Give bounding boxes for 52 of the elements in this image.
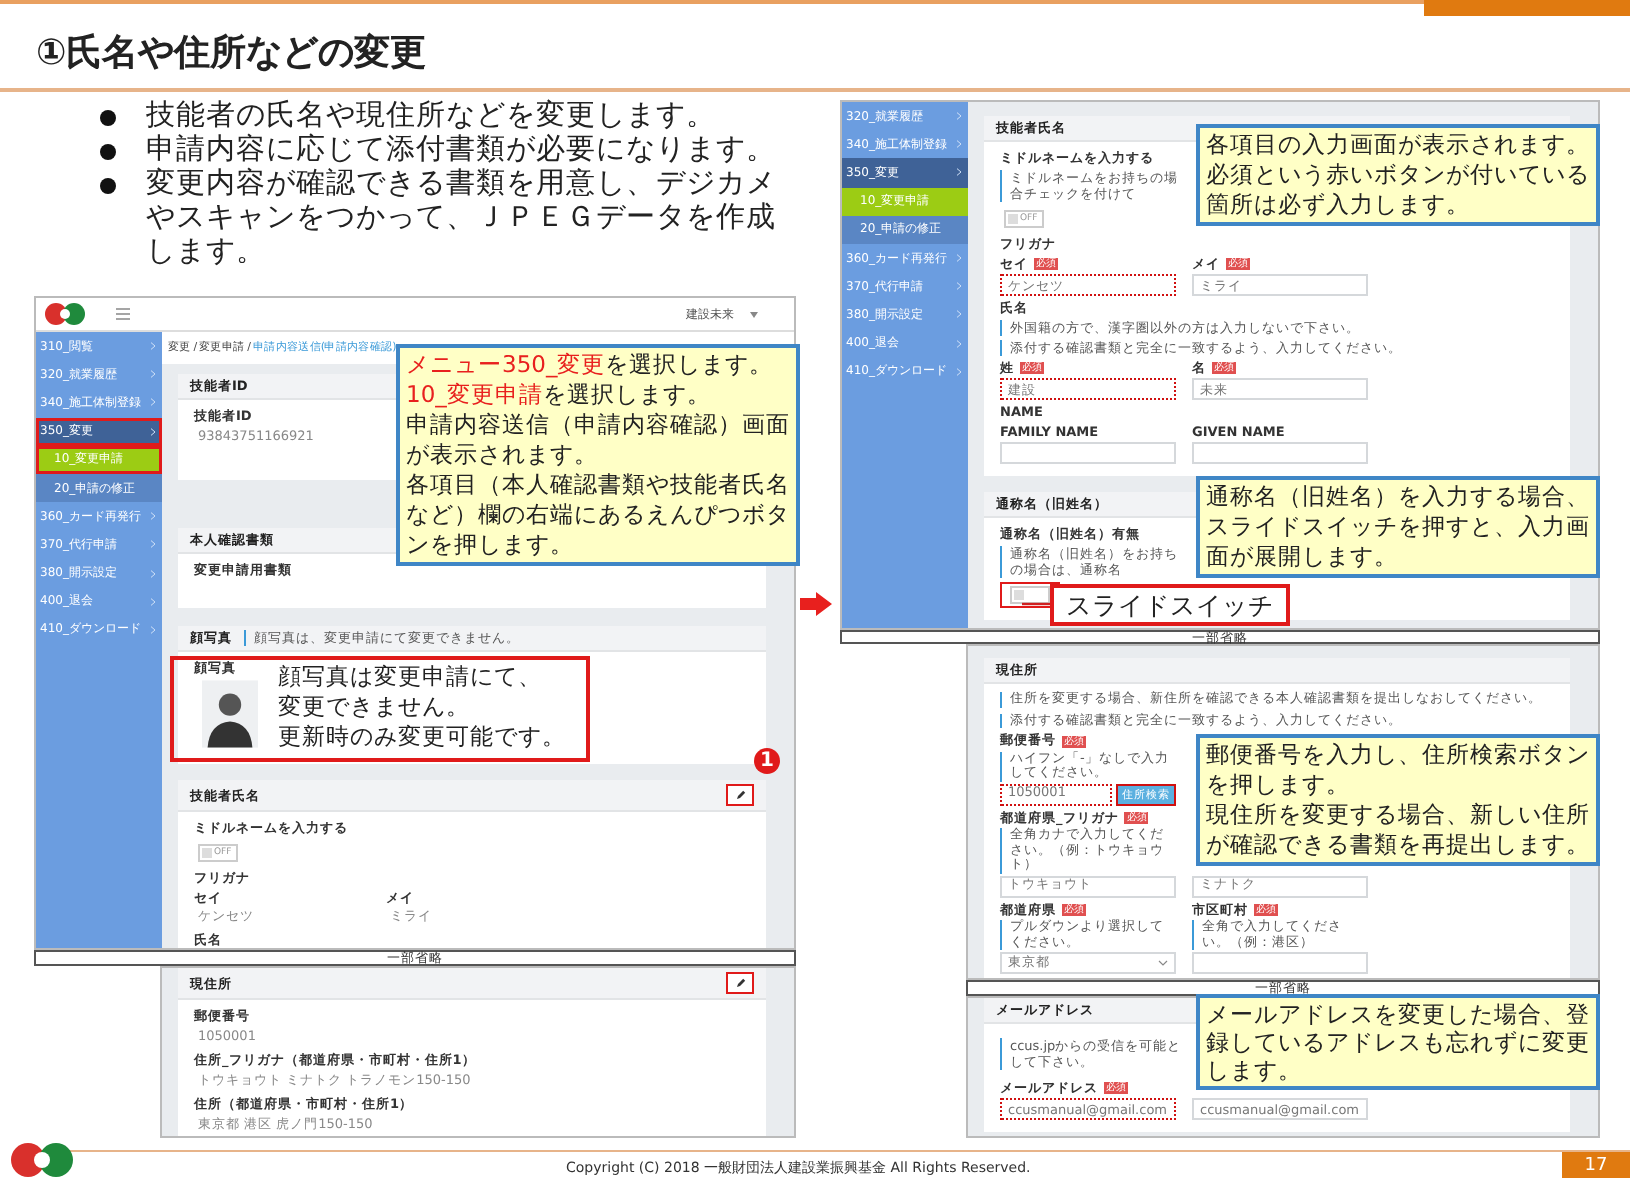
edit-button[interactable]	[726, 784, 754, 806]
slide-title: ①氏名や住所などの変更	[36, 30, 427, 76]
chevron-right-icon	[956, 310, 962, 319]
callout-text: メニュー350_変更を選択します。	[406, 350, 776, 380]
callout-text: 変更できません。	[278, 692, 472, 722]
pencil-icon	[735, 978, 745, 988]
bullet-icon	[100, 178, 116, 194]
bullet-text: 技能者の氏名や現住所などを変更します。	[146, 100, 718, 133]
edit-button[interactable]	[726, 972, 754, 994]
chevron-right-icon	[956, 254, 962, 263]
menu-icon[interactable]	[116, 308, 130, 320]
chevron-right-icon	[150, 597, 156, 606]
callout-text: 各項目（本人確認書類や技能者氏名など）欄の右端にあるえんぴつボタンを押します。	[406, 470, 790, 560]
callout-text: 更新時のみ変更可能です。	[278, 722, 568, 752]
chevron-right-icon	[150, 512, 156, 521]
chevron-right-icon	[150, 398, 156, 407]
chevron-right-icon	[150, 370, 156, 379]
chevron-right-icon	[956, 140, 962, 149]
chevron-right-icon	[150, 625, 156, 634]
leader-line	[1022, 600, 1050, 608]
bullet-icon	[100, 110, 116, 126]
text-field[interactable]	[1000, 442, 1176, 464]
arrow-right-icon	[800, 592, 832, 616]
pencil-icon	[735, 790, 745, 800]
chevron-right-icon	[956, 282, 962, 291]
callout-text: 郵便番号を入力し、住所検索ボタンを押します。	[1206, 740, 1590, 800]
photo-placeholder	[202, 680, 258, 748]
toggle-switch[interactable]	[1010, 586, 1050, 604]
page-number: 17	[1562, 1152, 1630, 1178]
callout-label: スライドスイッチ	[1050, 584, 1290, 626]
callout-text: 通称名（旧姓名）を入力する場合、スライドスイッチを押すと、入力画面が展開します。	[1206, 482, 1590, 572]
bullet-text: 申請内容に応じて添付書類が必要になります。	[146, 134, 778, 167]
callout-text: 10_変更申請を選択します。	[406, 380, 713, 410]
callout-text: 各項目の入力画面が表示されます。必須という赤いボタンが付いている箇所は必ず入力します。	[1206, 130, 1590, 220]
chevron-right-icon	[956, 168, 962, 177]
chevron-right-icon	[956, 339, 962, 348]
chevron-right-icon	[150, 569, 156, 578]
callout-text: 現住所を変更する場合、新しい住所が確認できる書類を再提出します。	[1206, 800, 1590, 860]
bullet-text: 変更内容が確認できる書類を用意し、デジカメやスキャンをつかって、ＪＰＥＧデータを作成します。	[146, 168, 778, 270]
chevron-right-icon	[956, 367, 962, 376]
bullet-icon	[100, 144, 116, 160]
chevron-right-icon	[150, 540, 156, 549]
chevron-right-icon	[956, 112, 962, 121]
text-field[interactable]	[1192, 442, 1368, 464]
chevron-down-icon	[1158, 960, 1168, 966]
caret-icon	[750, 311, 758, 317]
chevron-right-icon	[150, 427, 156, 436]
text-field[interactable]	[1192, 952, 1368, 974]
callout-text: メールアドレスを変更した場合、登録しているアドレスも忘れずに変更します。	[1206, 1000, 1590, 1084]
callout-text: 申請内容送信（申請内容確認）画面が表示されます。	[406, 410, 790, 470]
callout-text: 顔写真は変更申請にて、	[278, 662, 544, 692]
chevron-right-icon	[150, 342, 156, 351]
